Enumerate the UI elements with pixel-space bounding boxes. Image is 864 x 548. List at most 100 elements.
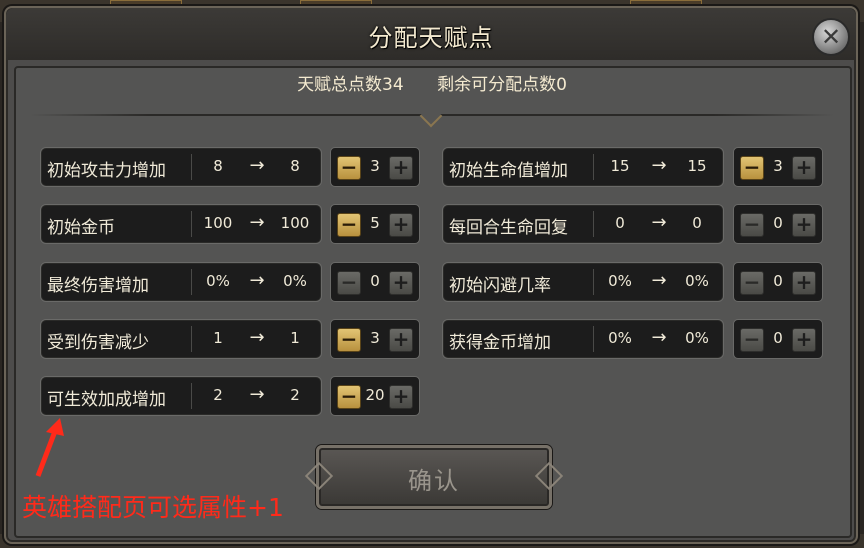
talent-separator [593,211,594,237]
talent-row: 每回合生命回复 0 → 0 [442,204,724,244]
plus-button[interactable]: + [792,213,816,237]
talent-points-stepper: −20 + [330,376,420,416]
talent-label: 可生效加成增加 [47,390,166,410]
plus-icon: + [392,212,410,236]
minus-icon: − [743,212,761,236]
arrow-right-icon: → [249,327,265,348]
talent-label: 初始生命值增加 [449,161,568,181]
plus-button[interactable]: + [389,385,413,409]
talent-label: 最终伤害增加 [47,276,149,296]
talent-row: 初始闪避几率 0% → 0% [442,262,724,302]
talent-separator [191,383,192,409]
talent-row: 初始攻击力增加 8 → 8 [40,147,322,187]
minus-button[interactable]: − [337,156,361,180]
talent-label: 受到伤害减少 [47,333,149,353]
minus-icon: − [340,155,358,179]
talent-points-stepper: −3 + [330,147,420,187]
talent-label: 初始金币 [47,218,115,238]
arrow-right-icon: → [249,155,265,176]
talent-separator [593,326,594,352]
talent-points-value: 0 [773,272,783,290]
talent-points-stepper: −3 + [733,147,823,187]
talent-points-value: 3 [370,329,380,347]
plus-button[interactable]: + [389,156,413,180]
plus-button[interactable]: + [792,156,816,180]
plus-icon: + [392,384,410,408]
minus-button[interactable]: − [337,328,361,352]
minus-icon: − [340,327,358,351]
total-points: 天赋总点数34 [297,75,404,95]
minus-button[interactable]: − [337,271,361,295]
talent-current-value: 100 [203,214,233,232]
talent-row: 初始生命值增加 15 → 15 [442,147,724,187]
talent-points-stepper: −0 + [733,204,823,244]
talent-row: 最终伤害增加 0% → 0% [40,262,322,302]
minus-button[interactable]: − [740,328,764,352]
talent-row: 受到伤害减少 1 → 1 [40,319,322,359]
talent-separator [593,269,594,295]
talent-current-value: 0% [608,272,632,290]
talent-row: 获得金币增加 0% → 0% [442,319,724,359]
minus-button[interactable]: − [740,156,764,180]
arrow-right-icon: → [249,212,265,233]
talent-points-stepper: −0 + [330,262,420,302]
talent-row: 可生效加成增加 2 → 2 [40,376,322,416]
annotation-arrow-icon [35,418,64,477]
plus-icon: + [795,212,813,236]
minus-button[interactable]: − [337,385,361,409]
talent-new-value: 100 [280,214,310,232]
talent-points-value: 0 [773,329,783,347]
talent-new-value: 0% [685,272,709,290]
talent-points-value: 0 [370,272,380,290]
points-summary: 天赋总点数34 剩余可分配点数0 [0,70,864,95]
minus-icon: − [340,212,358,236]
minus-icon: − [743,155,761,179]
talent-current-value: 0% [608,329,632,347]
plus-button[interactable]: + [389,328,413,352]
plus-button[interactable]: + [792,328,816,352]
arrow-right-icon: → [651,270,667,291]
minus-button[interactable]: − [740,271,764,295]
plus-icon: + [392,270,410,294]
plus-button[interactable]: + [792,271,816,295]
talent-label: 每回合生命回复 [449,218,568,238]
minus-button[interactable]: − [740,213,764,237]
plus-icon: + [795,327,813,351]
talent-points-value: 3 [370,157,380,175]
talent-current-value: 8 [213,157,223,175]
plus-icon: + [795,270,813,294]
talent-points-stepper: −3 + [330,319,420,359]
talent-points-stepper: −5 + [330,204,420,244]
close-button[interactable]: ✕ [812,18,850,56]
talent-current-value: 2 [213,386,223,404]
talent-points-value: 5 [370,214,380,232]
minus-icon: − [340,270,358,294]
close-icon: ✕ [820,23,842,51]
annotation-text: 英雄搭配页可选属性+1 [22,493,284,522]
talent-points-stepper: −0 + [733,319,823,359]
talent-current-value: 0 [615,214,625,232]
minus-button[interactable]: − [337,213,361,237]
talent-points-value: 3 [773,157,783,175]
talent-points-stepper: −0 + [733,262,823,302]
plus-button[interactable]: + [389,213,413,237]
talent-new-value: 0 [692,214,702,232]
plus-button[interactable]: + [389,271,413,295]
talent-separator [191,154,192,180]
talent-new-value: 15 [687,157,707,175]
arrow-right-icon: → [249,384,265,405]
talent-new-value: 0% [283,272,307,290]
minus-icon: − [743,270,761,294]
confirm-button[interactable]: 确认 [304,445,564,509]
talent-points-value: 0 [773,214,783,232]
talent-separator [191,211,192,237]
talent-new-value: 0% [685,329,709,347]
minus-icon: − [743,327,761,351]
talent-new-value: 2 [290,386,300,404]
talent-separator [593,154,594,180]
talent-current-value: 15 [610,157,630,175]
talent-current-value: 0% [206,272,230,290]
arrow-right-icon: → [651,327,667,348]
talent-current-value: 1 [213,329,223,347]
minus-icon: − [340,384,358,408]
